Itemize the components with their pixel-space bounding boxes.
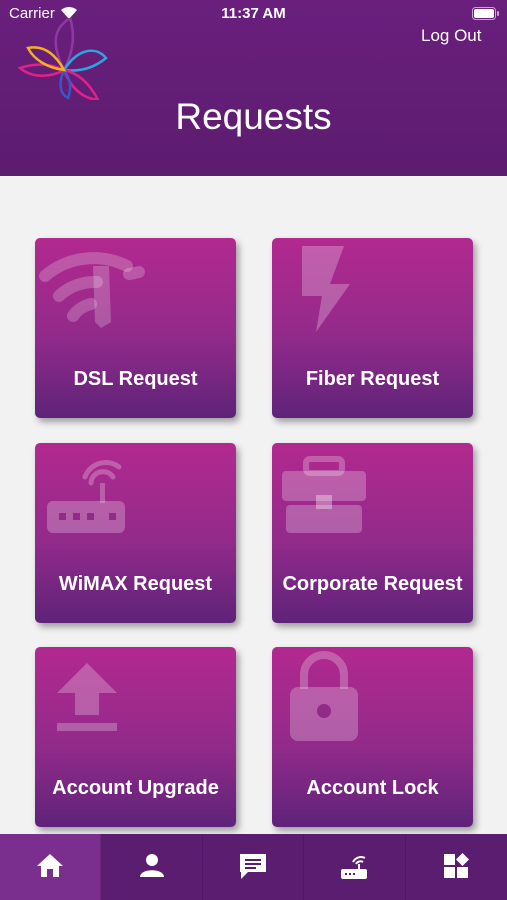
wimax-request-tile[interactable]: WiMAX Request [35,443,236,623]
person-icon [139,854,164,877]
tile-label: Account Upgrade [52,777,219,799]
app-header: Carrier 11:37 AM Log Out Requests [0,0,507,176]
tile-label: WiMAX Request [58,573,213,595]
logout-button[interactable]: Log Out [421,26,482,46]
router-icon [341,856,368,879]
tab-home[interactable] [0,834,102,900]
tab-messages[interactable] [203,834,305,900]
battery-icon [472,7,500,24]
router-icon [35,443,236,548]
tab-router[interactable] [304,834,406,900]
dsl-request-tile[interactable]: DSL Request [35,238,236,418]
wifi-gauge-icon [35,238,236,343]
brand-logo [17,16,110,105]
upload-icon [35,647,236,752]
bottom-tab-bar [0,834,507,900]
home-icon [37,854,64,877]
tile-label: Corporate Request [282,573,463,595]
page-title: Requests [175,96,332,137]
tab-profile[interactable] [101,834,203,900]
corporate-request-tile[interactable]: Corporate Request [272,443,473,623]
apps-grid-icon [444,853,470,878]
account-lock-tile[interactable]: Account Lock [272,647,473,827]
account-upgrade-tile[interactable]: Account Upgrade [35,647,236,827]
tile-label: DSL Request [73,368,198,390]
tab-apps[interactable] [406,834,507,900]
message-icon [239,854,266,879]
lightning-bolt-icon [272,238,473,343]
padlock-icon [272,647,473,752]
briefcase-icon [272,443,473,548]
tile-label: Fiber Request [305,368,440,390]
tile-label: Account Lock [306,777,439,799]
fiber-request-tile[interactable]: Fiber Request [272,238,473,418]
